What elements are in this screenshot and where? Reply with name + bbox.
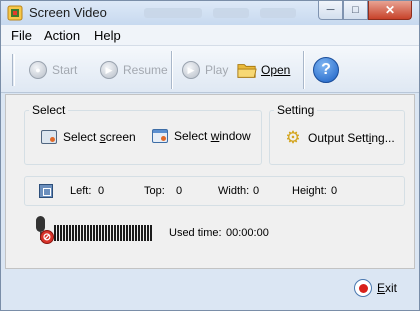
exit-button[interactable]: Exit <box>354 279 397 297</box>
menu-action[interactable]: Action <box>44 28 80 43</box>
audio-level-meter <box>54 225 152 241</box>
height-label: Height: <box>292 185 327 197</box>
region-info-box: Left: 0 Top: 0 Width: 0 Height: 0 <box>24 176 405 206</box>
used-time-value: 00:00:00 <box>226 227 269 239</box>
window-icon <box>152 129 168 143</box>
record-icon: ● <box>29 61 47 79</box>
close-button[interactable]: ✕ <box>368 1 412 20</box>
height-value: 0 <box>331 185 338 197</box>
exit-accel: E <box>377 281 386 295</box>
select-screen-button[interactable]: Select screen <box>41 130 136 144</box>
main-window: Screen Video ─ □ ✕ File Action Help ● St… <box>0 0 420 311</box>
width-label: Width: <box>218 185 250 197</box>
close-icon: ✕ <box>384 3 396 17</box>
output-settings-button[interactable]: ⚙ Output Setting... <box>284 128 395 147</box>
setting-group-label: Setting <box>274 103 318 117</box>
maximize-button[interactable]: □ <box>343 1 368 20</box>
help-button[interactable]: ? <box>313 56 339 84</box>
minimize-button[interactable]: ─ <box>318 1 343 20</box>
select-screen-label: Select <box>63 130 100 144</box>
toolbar-separator <box>171 51 173 89</box>
maximize-icon: □ <box>352 4 359 16</box>
exit-icon <box>354 279 372 297</box>
toolbar: ● Start ▶ Resume ▶ Play Open ? <box>1 46 419 93</box>
start-button[interactable]: ● Start <box>28 58 77 82</box>
client-area: Select Select screen Select window Setti… <box>5 94 415 269</box>
used-time-label: Used time: <box>169 227 222 239</box>
window-title: Screen Video <box>29 5 107 20</box>
output-settings-label-rest: ng... <box>371 131 395 145</box>
output-settings-label: Output Sett <box>308 131 369 145</box>
select-group-label: Select <box>29 103 69 117</box>
select-window-button[interactable]: Select window <box>152 129 251 143</box>
left-value: 0 <box>98 185 105 197</box>
app-icon <box>7 5 23 21</box>
play-label: Play <box>205 63 229 77</box>
title-bar[interactable]: Screen Video ─ □ ✕ <box>1 1 419 25</box>
play-button[interactable]: ▶ Play <box>181 58 228 82</box>
menu-bar: File Action Help <box>1 25 419 46</box>
toolbar-grip[interactable] <box>12 54 15 86</box>
open-button[interactable]: Open <box>237 58 290 82</box>
menu-help[interactable]: Help <box>94 28 121 43</box>
select-window-label: Select <box>174 129 211 143</box>
play-icon: ▶ <box>182 61 200 79</box>
top-value: 0 <box>176 185 183 197</box>
select-window-label-rest: indow <box>219 129 251 143</box>
mute-icon: ⊘ <box>40 230 54 244</box>
folder-icon <box>237 64 257 78</box>
start-label: Start <box>52 63 78 77</box>
select-screen-label-rest: creen <box>105 130 136 144</box>
minimize-icon: ─ <box>326 4 335 16</box>
resume-icon: ▶ <box>100 61 118 79</box>
top-label: Top: <box>144 185 165 197</box>
blurred-title-text <box>260 8 296 18</box>
microphone-button[interactable]: ⊘ <box>31 216 55 248</box>
gear-icon: ⚙ <box>285 128 301 147</box>
toolbar-separator <box>303 51 305 89</box>
resume-button[interactable]: ▶ Resume <box>99 58 168 82</box>
help-icon: ? <box>313 57 339 83</box>
menu-file[interactable]: File <box>11 28 32 43</box>
setting-group: Setting ⚙ Output Setting... <box>269 103 405 165</box>
width-value: 0 <box>253 185 260 197</box>
open-label: Open <box>261 63 291 77</box>
exit-label: xit <box>385 281 398 295</box>
region-icon <box>39 184 53 198</box>
resume-label: Resume <box>123 63 168 77</box>
blurred-title-text <box>144 8 202 18</box>
screen-icon <box>41 130 57 144</box>
select-group: Select Select screen Select window <box>24 103 262 165</box>
blurred-title-text <box>213 8 249 18</box>
left-label: Left: <box>70 185 92 197</box>
